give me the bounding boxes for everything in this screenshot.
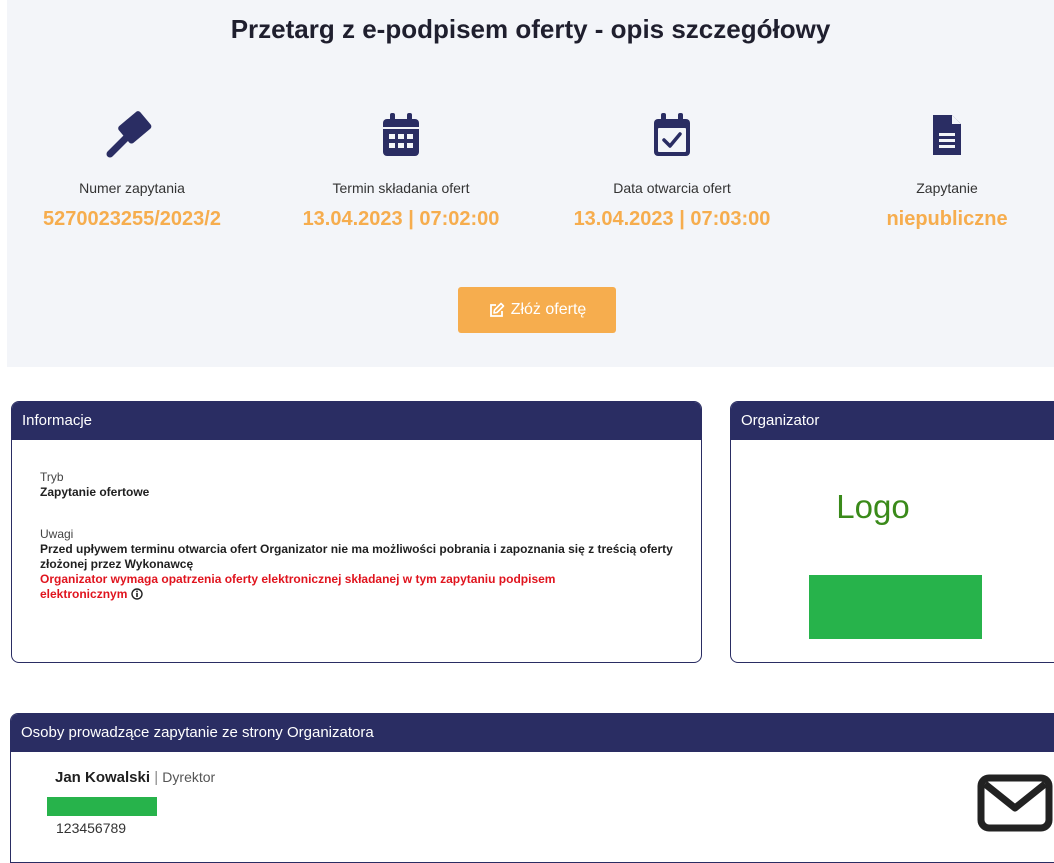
document-icon [817,110,1054,160]
person-name: Jan Kowalski [55,769,151,786]
organizer-logo: Logo [836,488,910,525]
submit-offer-label: Złóż ofertę [510,301,587,318]
persons-card-title: Osoby prowadzące zapytanie ze strony Org… [11,714,1054,752]
person-entry: Jan Kowalski | Dyrektor [55,769,215,786]
info-card: Informacje Tryb Zapytanie ofertowe Uwagi… [11,401,702,663]
stat-label: Data otwarcia ofert [613,180,731,196]
envelope-icon[interactable] [977,774,1053,837]
edit-icon [488,302,505,319]
organizer-card: Organizator Logo [730,401,1054,663]
person-redaction-block [47,797,157,816]
person-separator: | [154,769,159,786]
stat-label: Numer zapytania [79,180,185,196]
stat-submission-deadline: Termin składania ofert 13.04.2023 | 07:0… [271,110,531,231]
organizer-card-title: Organizator [731,402,1054,440]
stat-label: Termin składania ofert [332,180,470,196]
stat-value: 13.04.2023 | 07:03:00 [573,208,771,230]
calendar-check-icon [542,110,802,160]
organizer-redaction-block [809,575,982,639]
notes-text: Przed upływem terminu otwarcia ofert Org… [40,542,673,571]
hero-section: Przetarg z e-podpisem oferty - opis szcz… [7,0,1054,367]
stat-opening-date: Data otwarcia ofert 13.04.2023 | 07:03:0… [542,110,802,231]
info-card-title: Informacje [12,402,701,440]
page-title: Przetarg z e-podpisem oferty - opis szcz… [230,14,831,44]
info-card-body: Tryb Zapytanie ofertowe Uwagi Przed upły… [12,440,701,604]
person-role: Dyrektor [162,769,216,785]
stat-value: 5270023255/2023/2 [43,208,221,230]
gavel-icon [2,110,262,160]
mode-label: Tryb [40,470,64,484]
mode-value: Zapytanie ofertowe [40,485,150,499]
stat-label: Zapytanie [916,180,978,196]
persons-card: Osoby prowadzące zapytanie ze strony Org… [10,713,1054,863]
stat-value: 13.04.2023 | 07:02:00 [302,208,500,230]
info-icon[interactable] [131,588,143,604]
stat-request-number: Numer zapytania 5270023255/2023/2 [2,110,262,231]
notes-label: Uwagi [40,527,74,541]
stat-value: niepubliczne [886,208,1008,230]
calendar-icon [271,110,531,160]
signature-requirement: Organizator wymaga opatrzenia oferty ele… [40,572,556,601]
person-phone: 123456789 [56,820,127,836]
submit-offer-button[interactable]: Złóż ofertę [458,287,616,333]
stat-request-type: Zapytanie niepubliczne [817,110,1054,231]
